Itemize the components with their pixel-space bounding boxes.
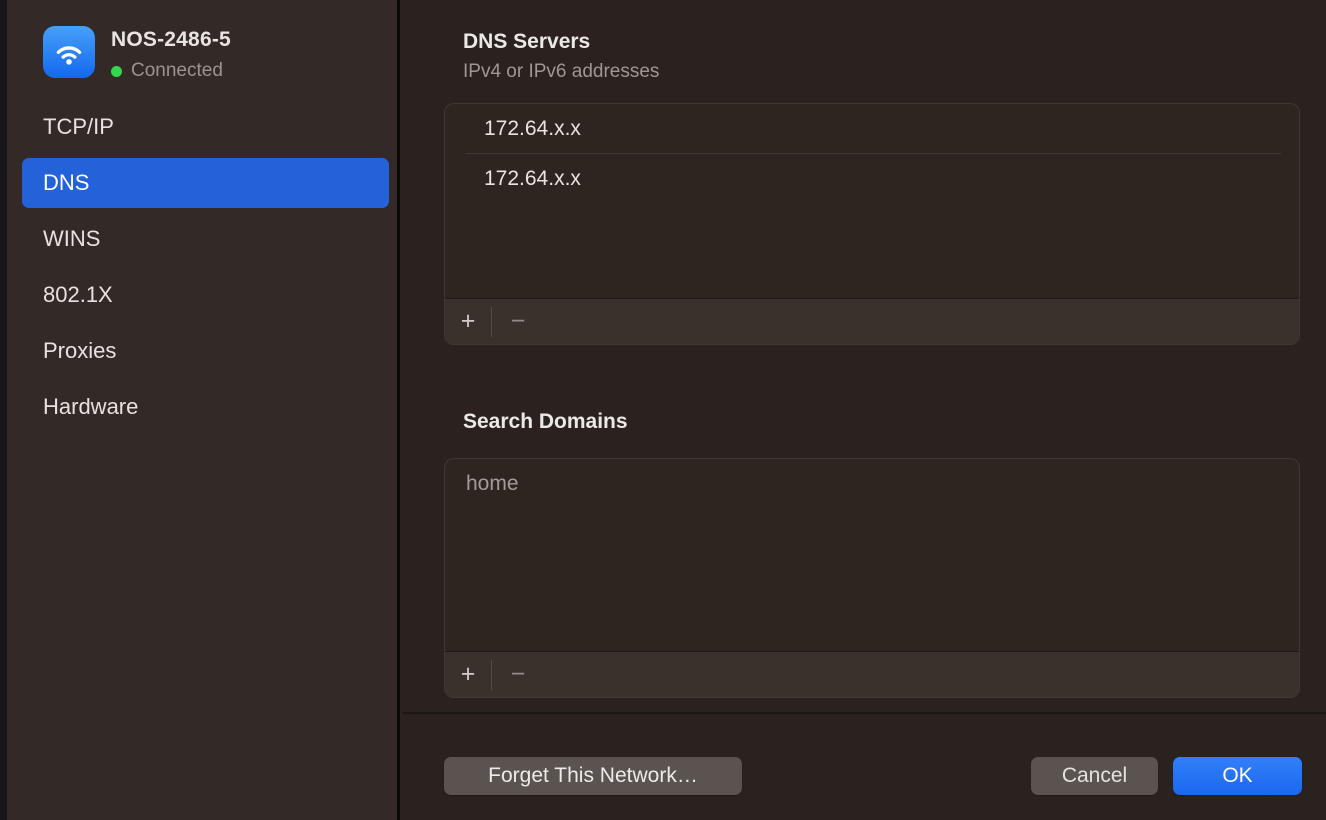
bottom-divider <box>403 712 1326 714</box>
dns-servers-list: 172.64.x.x 172.64.x.x + − <box>444 103 1300 345</box>
network-meta: NOS-2486-5 Connected <box>111 26 231 82</box>
dns-servers-title: DNS Servers <box>463 30 590 54</box>
sidebar-item-proxies[interactable]: Proxies <box>22 326 389 376</box>
window-edge-strip <box>0 0 7 820</box>
dns-servers-rows: 172.64.x.x 172.64.x.x <box>445 104 1299 298</box>
search-domains-title: Search Domains <box>463 410 628 434</box>
network-header: NOS-2486-5 Connected <box>43 26 231 82</box>
sidebar-item-dns[interactable]: DNS <box>22 158 389 208</box>
dns-servers-subtitle: IPv4 or IPv6 addresses <box>463 61 659 83</box>
dns-server-row[interactable]: 172.64.x.x <box>445 104 1299 153</box>
sidebar-item-hardware[interactable]: Hardware <box>22 382 389 432</box>
remove-search-domain-button[interactable]: − <box>492 652 544 697</box>
search-domain-row[interactable]: home <box>445 459 1299 508</box>
wifi-icon <box>43 26 95 78</box>
search-domains-footer: + − <box>445 651 1299 697</box>
dns-server-row[interactable]: 172.64.x.x <box>445 154 1299 203</box>
connected-status-label: Connected <box>131 60 223 82</box>
sidebar: NOS-2486-5 Connected TCP/IP DNS WINS 802… <box>7 0 400 820</box>
network-status: Connected <box>111 60 231 82</box>
search-domains-list: home + − <box>444 458 1300 698</box>
add-dns-server-button[interactable]: + <box>445 299 491 344</box>
dns-servers-footer: + − <box>445 298 1299 344</box>
sidebar-item-tcpip[interactable]: TCP/IP <box>22 102 389 152</box>
search-domains-rows: home <box>445 459 1299 651</box>
remove-dns-server-button[interactable]: − <box>492 299 544 344</box>
sidebar-item-8021x[interactable]: 802.1X <box>22 270 389 320</box>
network-name: NOS-2486-5 <box>111 28 231 52</box>
forget-network-button[interactable]: Forget This Network… <box>444 757 742 795</box>
ok-button[interactable]: OK <box>1173 757 1302 795</box>
sidebar-item-wins[interactable]: WINS <box>22 214 389 264</box>
connected-status-dot-icon <box>111 66 122 77</box>
cancel-button[interactable]: Cancel <box>1031 757 1158 795</box>
add-search-domain-button[interactable]: + <box>445 652 491 697</box>
dns-settings-pane: DNS Servers IPv4 or IPv6 addresses 172.6… <box>403 0 1326 820</box>
settings-nav: TCP/IP DNS WINS 802.1X Proxies Hardware <box>22 102 389 438</box>
